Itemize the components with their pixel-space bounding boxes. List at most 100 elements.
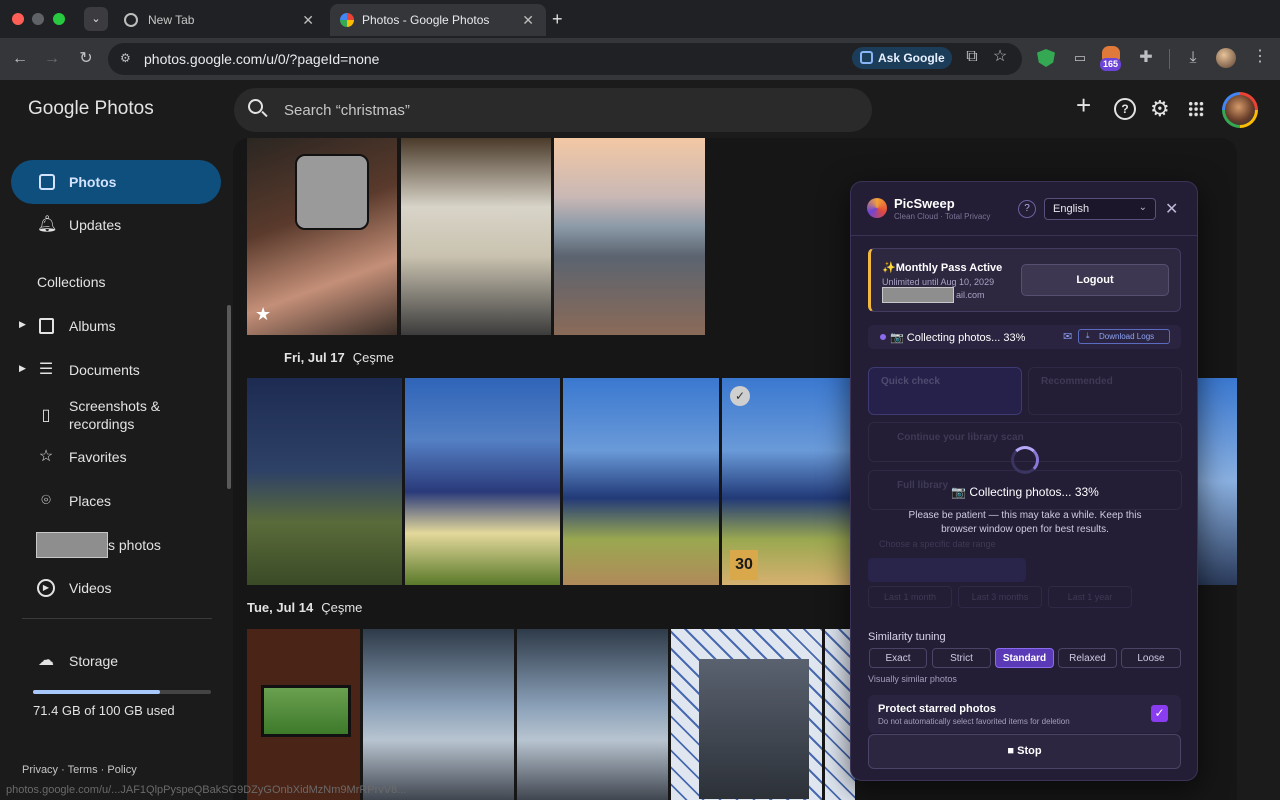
site-settings-icon[interactable]: ⚙ <box>120 51 131 65</box>
cast-extension-icon[interactable]: ▭ <box>1070 48 1090 68</box>
search-bar[interactable]: Search “christmas” <box>234 88 872 132</box>
sidebar-item-videos[interactable]: ▶ Videos <box>11 566 221 610</box>
shield-extension-icon[interactable] <box>1037 49 1055 67</box>
document-icon: ☰ <box>38 361 54 378</box>
install-app-icon[interactable]: ⧉ <box>962 47 982 67</box>
expand-caret-icon[interactable]: ▶ <box>19 319 26 330</box>
close-icon[interactable]: ✕ <box>1165 199 1178 219</box>
collecting-status-bar: 📷 Collecting photos... 33% ✉ ⤓ Download … <box>868 325 1181 349</box>
picsweep-extension-icon[interactable]: 165 <box>1100 46 1124 72</box>
email-suffix: ail.com <box>956 290 985 300</box>
stop-button[interactable]: ■ Stop <box>868 734 1181 769</box>
picsweep-panel: PicSweep Clean Cloud · Total Privacy ? E… <box>850 181 1198 781</box>
date-label: Fri, Jul 17 <box>284 350 345 365</box>
tuning-strict-button[interactable]: Strict <box>932 648 991 668</box>
help-icon[interactable]: ? <box>1114 98 1136 120</box>
mail-icon[interactable]: ✉ <box>1063 330 1072 343</box>
photo-tile[interactable] <box>247 629 360 800</box>
sidebar-scrollbar[interactable] <box>227 305 231 489</box>
photo-tile[interactable]: ★ <box>247 138 397 335</box>
photo-tile[interactable] <box>563 378 719 585</box>
protect-title: Protect starred photos <box>878 703 996 715</box>
sidebar-item-person-photos[interactable]: s photos <box>11 523 221 567</box>
google-photos-logo[interactable]: Google Photos <box>28 98 154 120</box>
range-option: Last 3 months <box>958 586 1042 608</box>
expand-caret-icon[interactable]: ▶ <box>19 363 26 374</box>
plate-number: 30 <box>730 550 758 580</box>
photo-tile[interactable] <box>671 629 822 800</box>
settings-gear-icon[interactable]: ⚙ <box>1150 96 1170 122</box>
close-tab-icon[interactable]: ✕ <box>522 12 534 29</box>
sidebar-item-updates[interactable]: 🔔︎ Updates <box>11 203 221 247</box>
terms-link[interactable]: Terms <box>68 764 98 776</box>
download-icon[interactable]: ⤓ <box>1183 48 1203 68</box>
tuning-exact-button[interactable]: Exact <box>869 648 927 668</box>
tuning-loose-button[interactable]: Loose <box>1121 648 1181 668</box>
photo-tile[interactable] <box>405 378 560 585</box>
place-label[interactable]: Çeşme <box>353 350 394 365</box>
photo-tile[interactable] <box>1198 378 1237 585</box>
bookmark-star-icon[interactable]: ☆ <box>990 47 1010 67</box>
apps-grid-icon[interactable] <box>1188 101 1204 117</box>
account-avatar[interactable] <box>1222 92 1258 128</box>
tuning-standard-button[interactable]: Standard <box>995 648 1054 668</box>
place-label[interactable]: Çeşme <box>321 600 362 615</box>
range-option: Last 1 year <box>1048 586 1132 608</box>
download-logs-button[interactable]: ⤓ Download Logs <box>1078 329 1170 344</box>
language-select[interactable]: English ⌄ <box>1044 198 1156 220</box>
language-value: English <box>1053 203 1090 215</box>
minimize-window-button[interactable] <box>32 13 44 25</box>
create-plus-icon[interactable]: + <box>1076 92 1091 118</box>
new-tab-icon[interactable]: + <box>552 9 563 30</box>
sidebar-item-favorites[interactable]: ☆ Favorites <box>11 435 221 479</box>
extension-badge: 165 <box>1100 58 1122 71</box>
profile-avatar[interactable] <box>1216 48 1236 68</box>
protect-checkbox[interactable]: ✓ <box>1151 705 1168 722</box>
toolbar-divider <box>1169 49 1170 69</box>
privacy-link[interactable]: Privacy <box>22 764 58 776</box>
sidebar-item-label: Screenshots & <box>69 398 161 414</box>
sidebar-item-storage[interactable]: ☁ Storage <box>11 639 221 683</box>
sidebar-item-label: Documents <box>69 362 140 378</box>
sidebar-item-places[interactable]: ⌾ Places <box>11 479 221 523</box>
date-range-label: Choose a specific date range <box>879 539 996 549</box>
help-icon[interactable]: ? <box>1018 200 1036 218</box>
sidebar-item-label: Albums <box>69 318 116 334</box>
ask-google-button[interactable]: Ask Google <box>852 47 952 69</box>
photo-tile[interactable] <box>517 629 668 800</box>
forward-icon[interactable]: → <box>42 49 62 69</box>
sidebar-item-albums[interactable]: ▶ Albums <box>11 304 221 348</box>
sidebar-divider <box>22 618 212 619</box>
close-window-button[interactable] <box>12 13 24 25</box>
tab-google-photos[interactable]: Photos - Google Photos ✕ <box>330 4 546 36</box>
tuning-relaxed-button[interactable]: Relaxed <box>1058 648 1117 668</box>
back-icon[interactable]: ← <box>10 49 30 69</box>
bell-icon: 🔔︎ <box>37 216 58 233</box>
date-header: Fri, Jul 17 Çeşme <box>284 350 394 365</box>
reload-icon[interactable]: ↻ <box>76 49 96 69</box>
sidebar-item-documents[interactable]: ▶ ☰ Documents <box>11 348 221 392</box>
pass-card: ✨Monthly Pass Active Unlimited until Aug… <box>868 248 1181 312</box>
sidebar-item-photos[interactable]: Photos <box>11 160 221 204</box>
tab-search-chevron-icon[interactable]: ⌄ <box>84 7 108 31</box>
url-text: photos.google.com/u/0/?pageId=none <box>144 51 380 67</box>
picsweep-logo-icon <box>867 198 887 218</box>
policy-link[interactable]: Policy <box>107 764 136 776</box>
extensions-puzzle-icon[interactable]: ✚ <box>1136 48 1156 68</box>
sidebar-item-label: Videos <box>69 580 112 596</box>
sidebar-item-screenshots[interactable]: ▯ Screenshots & recordings <box>11 392 221 440</box>
select-check-icon[interactable]: ✓ <box>730 386 750 406</box>
photo-tile[interactable] <box>247 378 402 585</box>
favorite-star-icon[interactable]: ★ <box>255 304 271 325</box>
photo-tile[interactable] <box>554 138 705 335</box>
chrome-menu-icon[interactable]: ⋮ <box>1250 47 1270 67</box>
date-label: Tue, Jul 14 <box>247 600 314 615</box>
photo-tile[interactable] <box>401 138 551 335</box>
zoom-window-button[interactable] <box>53 13 65 25</box>
storage-bar-fill <box>33 690 161 694</box>
status-text: 📷 Collecting photos... 33% <box>890 332 1026 344</box>
logout-button[interactable]: Logout <box>1021 264 1169 296</box>
close-tab-icon[interactable]: ✕ <box>302 12 314 29</box>
tab-new-tab[interactable]: New Tab ✕ <box>114 4 326 36</box>
photo-tile[interactable] <box>363 629 514 800</box>
